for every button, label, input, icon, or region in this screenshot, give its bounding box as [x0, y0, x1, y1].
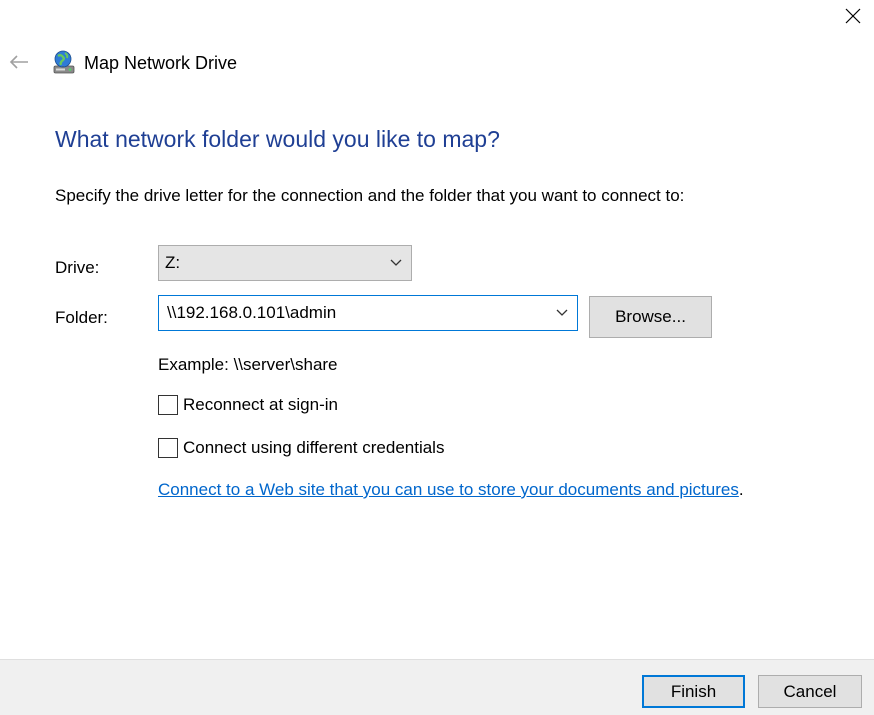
page-heading: What network folder would you like to ma… [55, 126, 500, 152]
close-button[interactable] [832, 0, 874, 32]
browse-button[interactable]: Browse... [589, 296, 712, 338]
folder-input[interactable] [159, 296, 547, 330]
credentials-checkbox[interactable] [158, 438, 178, 458]
drive-selected-value: Z: [165, 253, 181, 272]
window-title: Map Network Drive [84, 53, 238, 73]
finish-button[interactable]: Finish [642, 675, 745, 708]
web-link-line: Connect to a Web site that you can use t… [158, 479, 744, 501]
web-site-link[interactable]: Connect to a Web site that you can use t… [158, 480, 739, 499]
drive-label: Drive: [55, 258, 100, 277]
back-arrow-icon [9, 55, 28, 69]
dialog-footer: Finish Cancel [0, 659, 874, 715]
reconnect-option[interactable]: Reconnect at sign-in [158, 393, 338, 417]
credentials-label[interactable]: Connect using different credentials [183, 436, 444, 460]
credentials-option[interactable]: Connect using different credentials [158, 436, 444, 460]
reconnect-checkbox[interactable] [158, 395, 178, 415]
folder-example-text: Example: \\server\share [158, 355, 338, 374]
reconnect-label[interactable]: Reconnect at sign-in [183, 393, 338, 417]
cancel-button[interactable]: Cancel [758, 675, 862, 708]
folder-label: Folder: [55, 308, 108, 327]
folder-dropdown-chevron-icon[interactable] [547, 296, 577, 330]
close-icon [845, 8, 861, 24]
web-link-suffix: . [738, 480, 744, 499]
folder-combobox[interactable] [158, 295, 578, 331]
map-network-drive-dialog: Map Network Drive What network folder wo… [0, 0, 874, 715]
instructions-text: Specify the drive letter for the connect… [55, 186, 685, 205]
drive-select[interactable]: Z: [158, 245, 412, 281]
network-drive-icon [53, 50, 75, 74]
chevron-down-icon [381, 246, 411, 280]
back-button[interactable] [4, 48, 34, 76]
